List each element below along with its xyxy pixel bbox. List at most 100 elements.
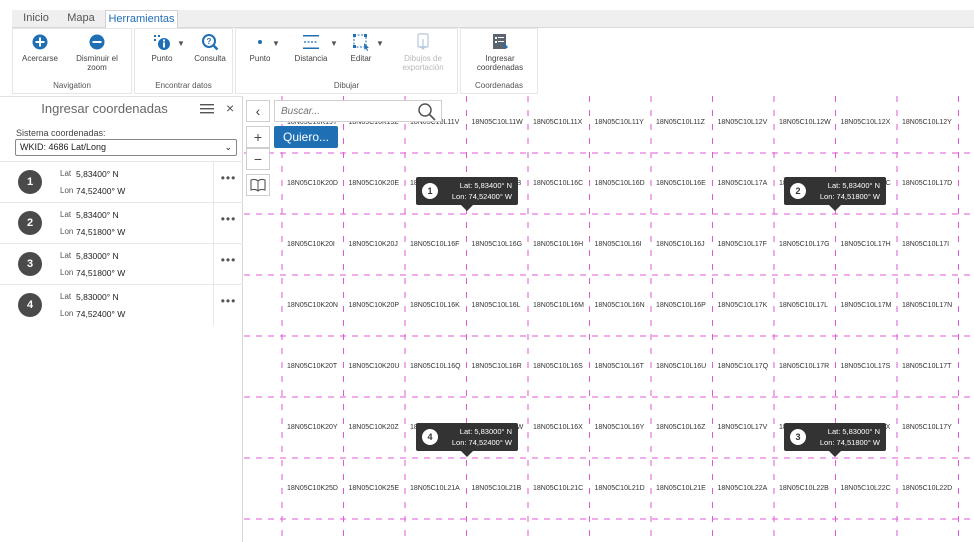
grid-cell-label: 18N05C10L22B [779, 485, 829, 492]
coordinate-number-badge: 4 [18, 293, 42, 317]
lon-label: Lon [60, 186, 74, 195]
chevron-down-icon[interactable]: ▼ [376, 39, 384, 48]
zoom-in-button[interactable]: + [246, 126, 270, 148]
ribbon-group-encontrar-datos: Punto ▼ ? Consulta Encontrar datos [134, 28, 233, 94]
grid-cell-label: 18N05C10L12X [840, 119, 891, 126]
grid-cell-label: 18N05C10L16E [656, 180, 706, 187]
draw-distance-button[interactable]: Distancia ▼ [286, 33, 338, 63]
grid-cell-label: 18N05C10L17G [779, 241, 830, 248]
search-icon[interactable] [417, 102, 437, 122]
grid-cell-label: 18N05C10L16T [594, 363, 644, 370]
search-input[interactable] [275, 101, 415, 122]
enter-coordinates-button[interactable]: Ingresar coordenadas [469, 33, 531, 72]
grid-cell-label: 18N05C10L16P [656, 302, 706, 309]
grid-cell-label: 18N05C10L21A [410, 485, 460, 492]
pin-number-badge: 2 [790, 183, 806, 199]
grid-cell-label: 18N05C10L17V [717, 424, 768, 431]
coordinate-row[interactable]: 2 Lat 5,83400° N Lon 74,51800° W ••• [0, 202, 243, 243]
grid-cell-label: 18N05C10L22C [840, 485, 891, 492]
tab-inicio[interactable]: Inicio [15, 10, 57, 28]
hamburger-menu-icon[interactable] [200, 103, 214, 115]
coordinate-system-value: WKID: 4686 Lat/Long [20, 142, 107, 152]
draw-point-button[interactable]: Punto ▼ [240, 33, 280, 63]
lat-label: Lat [60, 292, 72, 301]
coordinate-row[interactable]: 4 Lat 5,83000° N Lon 74,52400° W ••• [0, 284, 243, 325]
grid-cell-label: 18N05C10L16S [533, 363, 583, 370]
zoom-in-button[interactable]: Acercarse [17, 33, 63, 63]
coordinate-number-badge: 2 [18, 211, 42, 235]
more-options-button[interactable]: ••• [213, 285, 243, 325]
grid-cell-label: 18N05C10L11Y [594, 119, 644, 126]
grid-cell-label: 18N05C10L16M [533, 302, 584, 309]
coordinate-pin-label[interactable]: 3 Lat: 5,83000° N Lon: 74,51800° W [784, 423, 886, 457]
grid-cell-label: 18N05C10K20T [287, 363, 338, 370]
grid-cell-label: 18N05C10L17A [717, 180, 768, 187]
identify-point-button[interactable]: Punto ▼ [141, 33, 185, 63]
coordinate-row[interactable]: 3 Lat 5,83000° N Lon 74,51800° W ••• [0, 243, 243, 284]
pin-lat-text: Lat: 5,83000° N [459, 427, 512, 436]
coordinate-system-select[interactable]: WKID: 4686 Lat/Long ⌄ [15, 139, 237, 156]
grid-cell-label: 18N05C10L17Y [902, 424, 952, 431]
grid-cell-label: 18N05C10L16C [533, 180, 584, 187]
grid-cell-label: 18N05C10K20I [287, 241, 335, 248]
chevron-down-icon: ⌄ [224, 142, 232, 152]
grid-cell-label: 18N05C10L21E [656, 485, 706, 492]
tab-bar: Inicio Mapa Herramientas [0, 0, 974, 29]
zoom-out-button[interactable]: Disminuir el zoom [71, 33, 123, 72]
grid-cell-label: 18N05C10K20U [348, 363, 400, 370]
lon-label: Lon [60, 268, 74, 277]
map-book-button[interactable] [246, 174, 270, 196]
grid-cell-label: 18N05C10K20P [348, 302, 400, 309]
chevron-down-icon[interactable]: ▼ [177, 39, 185, 48]
coordinate-pin-label[interactable]: 1 Lat: 5,83400° N Lon: 74,52400° W [416, 177, 518, 211]
map-view[interactable]: 18N05C10K19T 18N05C10K19Z 18N05C10L11V 18N0… [244, 96, 974, 542]
coordinate-row[interactable]: 1 Lat 5,83400° N Lon 74,52400° W ••• [0, 161, 243, 202]
zoom-out-button[interactable]: − [246, 148, 270, 170]
close-icon[interactable]: × [226, 100, 234, 116]
lat-value: 5,83400° N [76, 169, 119, 179]
coordinate-pin-label[interactable]: 2 Lat: 5,83400° N Lon: 74,51800° W [784, 177, 886, 211]
coordinate-pin-label[interactable]: 4 Lat: 5,83000° N Lon: 74,52400° W [416, 423, 518, 457]
pin-lat-text: Lat: 5,83000° N [827, 427, 880, 436]
lat-label: Lat [60, 169, 72, 178]
grid-cell-label: 18N05C10L16I [594, 241, 642, 248]
chevron-down-icon[interactable]: ▼ [330, 39, 338, 48]
more-options-button[interactable]: ••• [213, 244, 243, 284]
grid-cell-label: 18N05C10L16F [410, 241, 460, 248]
lat-value: 5,83400° N [76, 210, 119, 220]
pin-pointer [461, 205, 473, 211]
tab-herramientas[interactable]: Herramientas [105, 10, 178, 29]
grid-cell-label: 18N05C10L16Q [410, 363, 461, 370]
chevron-down-icon[interactable]: ▼ [272, 39, 280, 48]
tab-mapa[interactable]: Mapa [57, 10, 105, 28]
ribbon-group-navigation: Acercarse Disminuir el zoom Navigation [12, 28, 132, 94]
more-options-button[interactable]: ••• [213, 162, 243, 202]
map-search-box [274, 100, 442, 122]
edit-drawing-button[interactable]: Editar ▼ [340, 33, 384, 63]
pin-lon-text: Lon: 74,52400° W [451, 192, 512, 201]
quiero-button[interactable]: Quiero... [274, 126, 338, 148]
grid-cell-label: 18N05C10L12W [779, 119, 831, 126]
grid-cell-label: 18N05C10K25E [348, 485, 400, 492]
grid-cell-label: 18N05C10L16H [533, 241, 584, 248]
query-button[interactable]: ? Consulta [191, 33, 229, 63]
coordinate-system-label: Sistema coordenadas: [16, 128, 106, 138]
lat-value: 5,83000° N [76, 251, 119, 261]
group-title-coordenadas: Coordenadas [474, 81, 524, 90]
lat-label: Lat [60, 210, 72, 219]
grid-cell-label: 18N05C10L22A [717, 485, 768, 492]
grid-cell-label: 18N05C10L21C [533, 485, 584, 492]
grid-cell-label: 18N05C10L16K [410, 302, 460, 309]
grid-cell-label: 18N05C10L16X [533, 424, 583, 431]
coordinate-number-badge: 3 [18, 252, 42, 276]
export-drawings-button[interactable]: Dibujos de exportación [396, 33, 450, 72]
grid-cell-label: 18N05C10K20N [287, 302, 338, 309]
collapse-panel-button[interactable]: ‹ [246, 100, 270, 122]
ribbon-group-dibujar: Punto ▼ Distancia ▼ Editar ▼ Dibujos de … [235, 28, 458, 94]
grid-cell-label: 18N05C10K20Y [287, 424, 338, 431]
svg-text:?: ? [207, 37, 212, 46]
grid-cell-label: 18N05C10L11Z [656, 119, 705, 126]
zoom-in-icon [32, 34, 48, 50]
pin-pointer [829, 451, 841, 457]
more-options-button[interactable]: ••• [213, 203, 243, 243]
